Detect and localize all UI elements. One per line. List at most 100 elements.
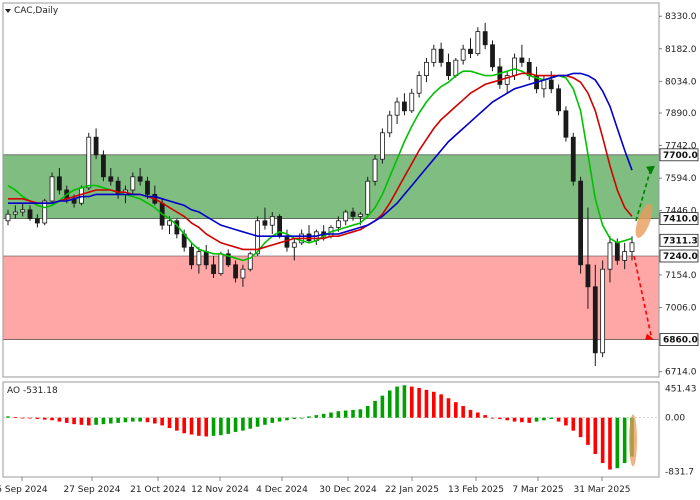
ao-bar — [270, 417, 275, 423]
candle-body — [453, 59, 459, 77]
ao-highlight-ellipse — [629, 414, 637, 467]
candle-body — [541, 79, 547, 90]
candle-body — [512, 57, 517, 77]
price-axis-label: 8330.0 — [665, 12, 697, 22]
ao-bar — [571, 417, 576, 431]
candle-body — [20, 209, 26, 213]
ao-bar — [292, 417, 297, 419]
ao-bar — [329, 412, 333, 418]
candle-body — [101, 154, 106, 178]
candle-body — [269, 215, 275, 226]
level-marker-label: 7700.0 — [663, 151, 698, 161]
candle-body — [482, 31, 488, 46]
candle-body — [306, 233, 312, 241]
ao-bar — [424, 389, 429, 418]
candle — [101, 150, 106, 182]
candle-body — [145, 180, 150, 195]
candle-body — [233, 264, 238, 279]
ao-bar — [101, 417, 106, 425]
ao-bar — [108, 417, 113, 424]
candle — [277, 214, 283, 239]
candle — [475, 27, 481, 56]
ao-bar — [402, 385, 407, 418]
ao-bar — [72, 417, 76, 425]
time-axis-label: 31 Mar 2025 — [573, 485, 630, 495]
ao-bar — [57, 417, 62, 422]
ao-bar — [505, 417, 509, 421]
ao-bar — [365, 406, 370, 418]
candle-body — [424, 62, 429, 77]
ao-bar — [167, 417, 172, 429]
candle-body — [130, 176, 136, 191]
price-axis-label: 7006.0 — [665, 303, 697, 313]
candle-body — [56, 176, 62, 191]
ao-bar — [13, 417, 18, 418]
ao-bar — [182, 417, 186, 434]
ao-bar — [622, 417, 627, 464]
ao-bar — [160, 417, 164, 426]
candle-body — [240, 268, 246, 279]
ao-bar — [336, 411, 341, 418]
time-axis-label: 13 Feb 2025 — [448, 485, 504, 495]
candle — [372, 154, 378, 186]
price-axis-label: 8182.0 — [665, 45, 697, 55]
ao-bar — [527, 417, 532, 423]
candle-body — [379, 132, 385, 160]
ao-bar — [255, 417, 260, 427]
candle — [504, 71, 510, 94]
ao-bar — [490, 417, 495, 419]
ao-bar — [483, 415, 487, 418]
candle-body — [409, 92, 415, 112]
ao-bar — [615, 417, 620, 469]
ao-bar — [307, 416, 311, 418]
chart-window: 451.43 0.00 -831.7 8330.0 8182.0 8034.0 7890.… — [0, 0, 700, 500]
candle — [460, 44, 466, 65]
time-axis-label: 27 Sep 2024 — [63, 485, 120, 495]
ao-bar — [461, 406, 465, 418]
ao-bar — [197, 417, 201, 436]
ao-bar — [586, 417, 590, 445]
candle-body — [416, 75, 422, 94]
ao-bar — [175, 417, 179, 431]
candle-body — [211, 264, 216, 274]
ao-bar — [556, 417, 561, 422]
ao-bar — [123, 417, 128, 423]
ao-bar — [409, 386, 414, 418]
candle-body — [357, 213, 363, 217]
ao-bar — [380, 395, 385, 418]
candle — [416, 71, 422, 98]
candle — [482, 22, 488, 50]
candle-body — [49, 176, 55, 202]
price-axis-label: 8034.0 — [665, 77, 697, 87]
candle — [556, 84, 561, 116]
time-axis-label: 5 Sep 2024 — [0, 485, 48, 495]
time-axis-label: 7 Mar 2025 — [512, 485, 563, 495]
candle — [306, 225, 312, 243]
candle-body — [570, 136, 576, 182]
candle-body — [563, 110, 569, 138]
candle-body — [196, 251, 202, 266]
ao-bar — [94, 417, 98, 425]
price-axis-label: 7594.0 — [665, 174, 697, 184]
candle-body — [218, 253, 224, 275]
ao-bar — [446, 398, 451, 418]
candle-body — [446, 62, 451, 77]
ao-bar — [35, 417, 40, 419]
candle — [86, 132, 92, 190]
candle-body — [431, 48, 437, 63]
ao-bar — [233, 417, 238, 432]
candle — [548, 71, 554, 94]
ao-axis-label: 451.43 — [665, 384, 697, 394]
candle-body — [614, 242, 620, 261]
ao-bar — [600, 417, 605, 464]
ao-bar — [20, 417, 25, 419]
dropdown-triangle-icon[interactable] — [5, 9, 11, 13]
candle-body — [497, 66, 503, 85]
candle — [218, 251, 224, 276]
candle — [49, 172, 55, 204]
candle-body — [519, 57, 525, 63]
candle — [402, 93, 407, 116]
candlestick-chart[interactable]: 451.43 0.00 -831.7 8330.0 8182.0 8034.0 7890.… — [0, 0, 700, 500]
candle-body — [629, 242, 635, 253]
candle-body — [42, 200, 48, 224]
